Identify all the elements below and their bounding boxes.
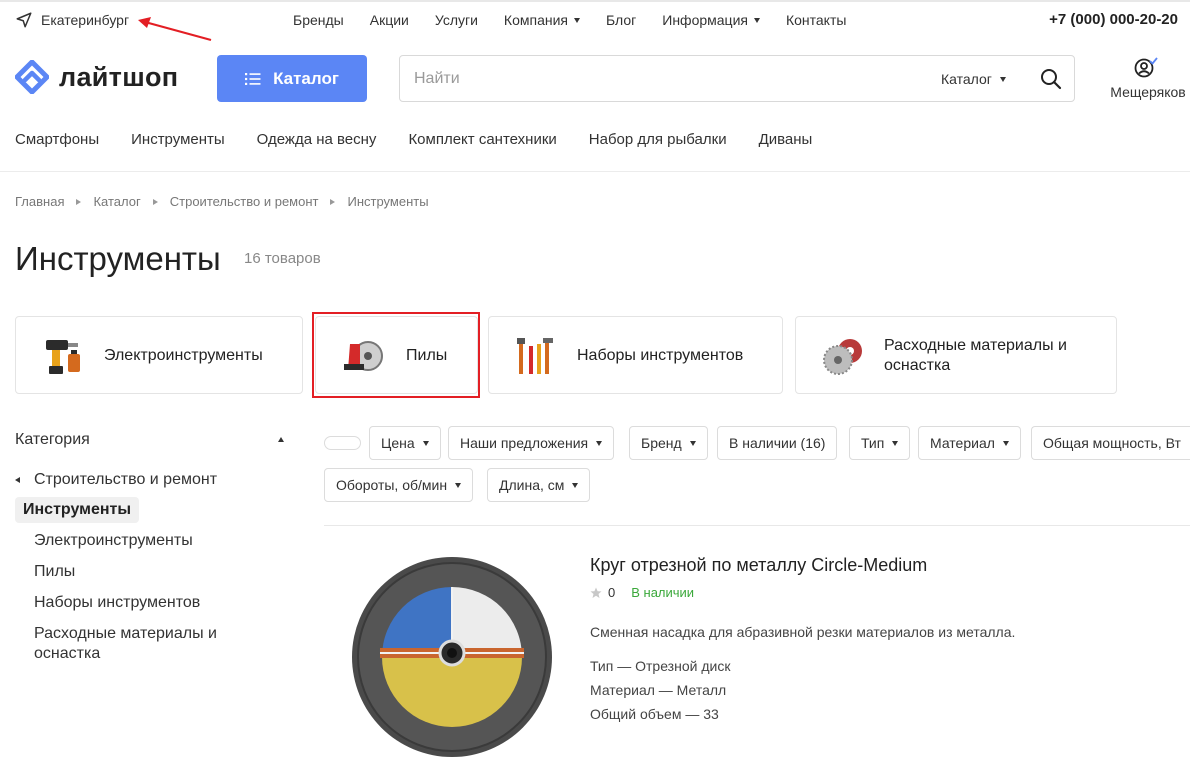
quick-nav-item[interactable]: Смартфоны: [15, 131, 99, 148]
nav-information[interactable]: Информация: [662, 12, 760, 28]
chevron-right-icon: [76, 198, 82, 205]
header-divider: [0, 171, 1190, 172]
nav-brands[interactable]: Бренды: [293, 12, 344, 28]
logo-mark-icon: [15, 60, 49, 94]
category-tile-power-tools[interactable]: Электроинструменты: [15, 316, 303, 394]
breadcrumb-item[interactable]: Главная: [15, 194, 64, 209]
sidebar-parent-category[interactable]: Строительство и ремонт: [15, 471, 217, 489]
chevron-down-icon: [753, 17, 760, 23]
nav-company[interactable]: Компания: [504, 12, 580, 28]
category-tile-label: Расходные материалы и оснастка: [884, 337, 1067, 374]
search-scope-select[interactable]: Каталог: [941, 71, 1006, 87]
search-bar: Каталог: [399, 55, 1075, 102]
chevron-down-icon: [1002, 440, 1009, 446]
quick-nav-item[interactable]: Диваны: [759, 131, 813, 148]
filter-chip-in-stock[interactable]: В наличии (16): [717, 426, 838, 460]
list-icon: [245, 72, 261, 85]
breadcrumb-current: Инструменты: [347, 194, 429, 209]
chevron-left-icon: [15, 477, 20, 483]
logo-text: лайтшоп: [59, 61, 179, 92]
nav-promotions[interactable]: Акции: [370, 12, 409, 28]
chevron-down-icon: [596, 440, 603, 446]
chevron-down-icon: [892, 440, 899, 446]
sidebar-heading[interactable]: Категория: [15, 431, 90, 449]
sidebar-item[interactable]: Электроинструменты: [34, 531, 193, 551]
filter-chip[interactable]: Длина, см: [487, 468, 591, 502]
chevron-down-icon: [689, 440, 696, 446]
category-tile-label: Наборы инструментов: [577, 347, 744, 364]
filter-chip[interactable]: Наши предложения: [448, 426, 615, 460]
logo[interactable]: лайтшоп: [15, 60, 178, 94]
quick-nav-item[interactable]: Инструменты: [131, 131, 225, 148]
search-input[interactable]: [414, 68, 914, 90]
filter-chip[interactable]: Обороты, об/мин: [324, 468, 474, 502]
location-arrow-icon: [16, 12, 32, 28]
chevron-up-icon[interactable]: [278, 437, 284, 442]
filter-chip[interactable]: Тип: [849, 426, 911, 460]
phone-number[interactable]: +7 (000) 000-20-20: [1049, 11, 1178, 28]
chevron-right-icon: [330, 198, 336, 205]
category-tile-consumables[interactable]: Расходные материалы и оснастка: [795, 316, 1117, 394]
category-tile-label: Электроинструменты: [104, 347, 263, 364]
quick-nav-item[interactable]: Одежда на весну: [257, 131, 377, 148]
breadcrumb: Главная Каталог Строительство и ремонт И…: [15, 194, 429, 209]
product-property: Общий объем — 33: [590, 706, 719, 722]
product-rating: 0 В наличии: [590, 585, 694, 600]
nav-services[interactable]: Услуги: [435, 12, 478, 28]
quick-nav-item[interactable]: Набор для рыбалки: [589, 131, 727, 148]
nav-contacts[interactable]: Контакты: [786, 12, 846, 28]
search-icon[interactable]: [1040, 68, 1062, 90]
chevron-down-icon: [572, 482, 579, 488]
user-account[interactable]: Мещеряков: [1106, 56, 1190, 100]
product-count: 16 товаров: [244, 250, 321, 267]
product-description: Сменная насадка для абразивной резки мат…: [590, 624, 1016, 640]
quick-nav: Смартфоны Инструменты Одежда на весну Ко…: [15, 131, 812, 148]
filter-chip[interactable]: Бренд: [629, 426, 708, 460]
filter-chip[interactable]: Цена: [369, 426, 441, 460]
city-selector[interactable]: Екатеринбург: [15, 11, 129, 29]
sidebar-item[interactable]: Пилы: [34, 562, 75, 582]
power-drill-icon: [46, 340, 80, 374]
tool-set-icon: [517, 338, 553, 374]
page-title: Инструменты: [15, 240, 221, 277]
sidebar-parent-label: Строительство и ремонт: [34, 471, 218, 488]
chevron-down-icon: [455, 482, 462, 488]
top-nav: Бренды Акции Услуги Компания Блог Информ…: [293, 12, 846, 28]
product-property: Тип — Отрезной диск: [590, 658, 731, 674]
saw-blade-icon: [823, 339, 862, 375]
sidebar-item[interactable]: Расходные материалы и оснастка: [34, 624, 264, 664]
filter-chip[interactable]: Общая мощность, Вт: [1031, 426, 1190, 460]
sidebar-active-category[interactable]: Инструменты: [15, 497, 140, 523]
product-property: Материал — Металл: [590, 682, 727, 698]
rating-value: 0: [608, 585, 616, 600]
annotation-arrow-icon: [138, 17, 212, 42]
category-tile-tool-sets[interactable]: Наборы инструментов: [488, 316, 783, 394]
catalog-button[interactable]: Каталог: [217, 55, 367, 102]
stock-status: В наличии: [631, 585, 695, 600]
filters-divider: [324, 525, 1190, 526]
product-image[interactable]: [352, 557, 552, 757]
filter-chip[interactable]: Материал: [918, 426, 1021, 460]
catalog-button-label: Каталог: [273, 68, 339, 88]
user-name: Мещеряков: [1110, 84, 1186, 100]
product-title[interactable]: Круг отрезной по металлу Circle-Medium: [590, 555, 927, 576]
quick-nav-item[interactable]: Комплект сантехники: [408, 131, 556, 148]
city-name: Екатеринбург: [41, 12, 130, 28]
sidebar-item[interactable]: Наборы инструментов: [34, 593, 200, 613]
breadcrumb-item[interactable]: Каталог: [93, 194, 140, 209]
nav-blog[interactable]: Блог: [606, 12, 636, 28]
filter-toggle[interactable]: [324, 436, 361, 450]
breadcrumb-item[interactable]: Строительство и ремонт: [170, 194, 319, 209]
chevron-right-icon: [152, 198, 158, 205]
annotation-highlight-box: [312, 312, 480, 398]
chevron-down-icon: [999, 76, 1006, 82]
chevron-down-icon: [574, 17, 580, 23]
chevron-down-icon: [422, 440, 429, 446]
star-icon: [590, 587, 602, 598]
search-scope-label: Каталог: [941, 71, 992, 87]
user-icon: [1134, 57, 1158, 78]
